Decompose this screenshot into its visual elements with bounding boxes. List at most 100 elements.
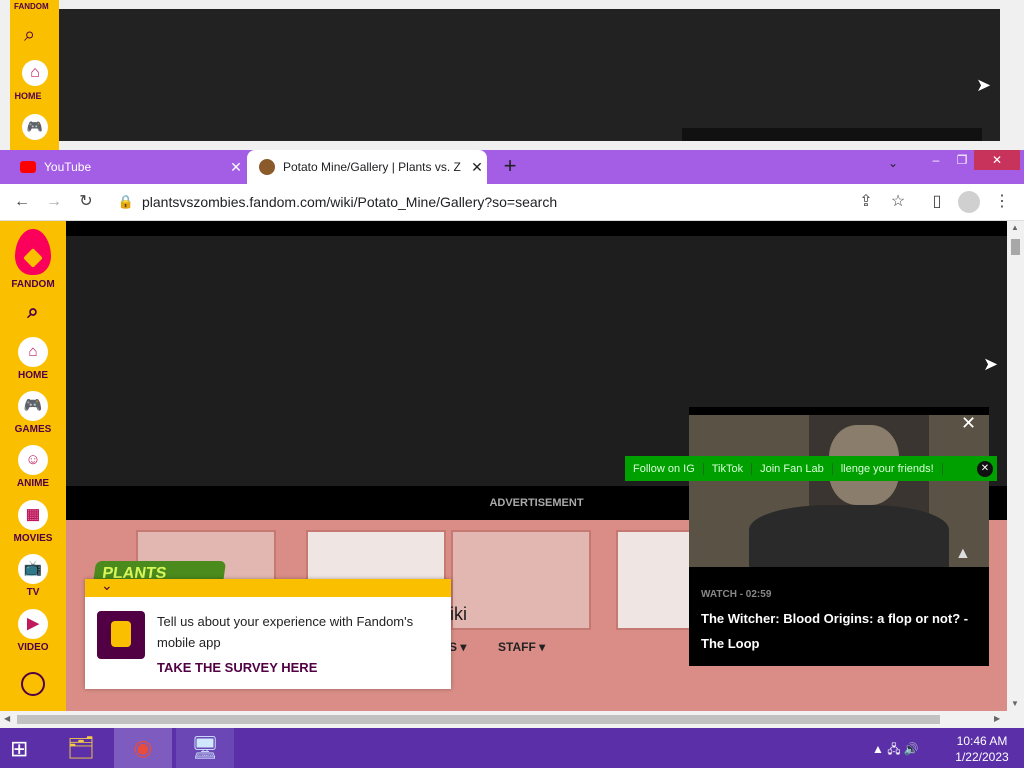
- background-fandom-rail: FANDOM ⌕ ⌂ HOME 🎮: [10, 0, 59, 150]
- nav-link-staff[interactable]: STAFF ▾: [498, 640, 545, 654]
- mouse-cursor-icon: ➤: [976, 75, 992, 95]
- survey-header: [85, 579, 451, 597]
- windows-taskbar: ⊞ 🗂 ◉ 🖥 ▲ 🖧 🔊 10:46 AM 1/22/2023: [0, 728, 1024, 768]
- tab-bar: YouTube ✕ Potato Mine/Gallery | Plants v…: [0, 150, 1024, 184]
- kebab-menu-icon[interactable]: ⋮: [992, 192, 1012, 212]
- rail-item-movies[interactable]: ▦ MOVIES: [0, 500, 66, 544]
- video-player-popup[interactable]: ▲ ✕ WATCH - 02:59 The Witcher: Blood Ori…: [689, 407, 989, 666]
- fandom-global-nav: FANDOM ⌕ ⌂ HOME 🎮 GAMES ☺ ANIME ▦ MOVIES…: [0, 221, 66, 711]
- follow-ig-link[interactable]: Follow on IG: [625, 462, 704, 475]
- fandom-flame-icon: [15, 229, 51, 275]
- scroll-up-icon[interactable]: ▲: [1011, 223, 1019, 232]
- wiki-title[interactable]: iki: [450, 604, 467, 625]
- rail-item-label: HOME: [18, 370, 48, 381]
- survey-popup[interactable]: ⌄ Tell us about your experience with Fan…: [85, 577, 451, 689]
- tab-youtube[interactable]: YouTube ✕: [8, 150, 246, 184]
- new-tab-button[interactable]: +: [497, 154, 523, 180]
- chevron-down-icon[interactable]: ⌄: [101, 577, 113, 594]
- share-icon[interactable]: ⇪: [856, 192, 876, 212]
- background-content: [59, 9, 1000, 141]
- fandom-watermark-icon: ▲: [955, 545, 971, 562]
- anime-icon: ☺: [18, 445, 48, 475]
- side-panel-icon[interactable]: ▯: [927, 192, 947, 212]
- fandom-logo-label: FANDOM: [11, 279, 55, 290]
- tab-title: Potato Mine/Gallery | Plants vs. Z: [283, 160, 461, 174]
- back-icon[interactable]: ←: [12, 192, 32, 212]
- reload-icon[interactable]: ↻: [76, 192, 96, 212]
- user-icon: [21, 672, 45, 696]
- rail-item-label: MOVIES: [13, 533, 53, 544]
- potato-mine-icon: [259, 159, 275, 175]
- background-rail-label: FANDOM: [14, 2, 49, 11]
- survey-app-icon: [97, 611, 145, 659]
- address-bar[interactable]: plantsvszombies.fandom.com/wiki/Potato_M…: [142, 194, 557, 210]
- vertical-scroll-thumb[interactable]: [1011, 239, 1020, 255]
- vertical-scrollbar[interactable]: ▲ ▼: [1007, 221, 1024, 711]
- scroll-left-icon[interactable]: ◀: [4, 714, 10, 723]
- search-icon[interactable]: ⌕: [0, 301, 66, 324]
- rail-item-home[interactable]: ⌂ HOME: [0, 337, 66, 381]
- file-explorer-icon[interactable]: 🗂: [52, 728, 110, 768]
- video-scene: [749, 505, 949, 567]
- horizontal-scrollbar[interactable]: ◀ ▶: [0, 711, 1024, 728]
- video-icon: ▶: [18, 609, 48, 639]
- scroll-right-icon[interactable]: ▶: [994, 714, 1000, 723]
- clock-time[interactable]: 10:46 AM: [952, 734, 1012, 748]
- movies-icon: ▦: [18, 500, 48, 530]
- tv-icon: 📺: [18, 554, 48, 584]
- take-survey-link[interactable]: TAKE THE SURVEY HERE: [157, 660, 317, 675]
- home-icon[interactable]: ⌂: [22, 60, 48, 86]
- profile-avatar[interactable]: [958, 191, 980, 213]
- close-video-button[interactable]: ✕: [961, 413, 976, 434]
- youtube-icon: [20, 161, 36, 173]
- tab-potato-mine-gallery[interactable]: Potato Mine/Gallery | Plants vs. Z ✕: [247, 150, 487, 184]
- tab-title: YouTube: [44, 160, 92, 174]
- remote-desktop-icon[interactable]: 🖥: [176, 728, 234, 768]
- chrome-icon[interactable]: ◉: [114, 728, 172, 768]
- close-tab-icon[interactable]: ✕: [226, 159, 246, 176]
- account-button[interactable]: [0, 672, 66, 696]
- join-fan-lab-link[interactable]: Join Fan Lab: [752, 462, 833, 475]
- mouse-cursor-icon: ➤: [983, 354, 999, 374]
- browser-toolbar: ← → ↻ 🔒 plantsvszombies.fandom.com/wiki/…: [0, 184, 1024, 221]
- rail-item-tv[interactable]: 📺 TV: [0, 554, 66, 598]
- rail-item-anime[interactable]: ☺ ANIME: [0, 445, 66, 489]
- background-browser-window: FANDOM ⌕ ⌂ HOME 🎮 ➤: [0, 0, 1024, 150]
- close-tab-icon[interactable]: ✕: [467, 159, 487, 176]
- minimize-button[interactable]: –: [922, 150, 950, 170]
- restore-button[interactable]: ❐: [948, 150, 976, 170]
- games-icon: 🎮: [18, 391, 48, 421]
- video-duration: WATCH - 02:59: [701, 589, 772, 600]
- bookmark-star-icon[interactable]: ☆: [888, 192, 908, 212]
- nav-link-partial[interactable]: S ▾: [449, 640, 466, 654]
- fandom-logo[interactable]: FANDOM: [0, 229, 66, 290]
- challenge-friends-link[interactable]: llenge your friends!: [833, 462, 943, 475]
- scroll-down-icon[interactable]: ▼: [1011, 699, 1019, 708]
- close-social-bar-button[interactable]: ✕: [977, 461, 993, 477]
- tab-search-chevron-icon[interactable]: ⌄: [888, 156, 898, 170]
- background-video-strip: [682, 128, 982, 141]
- rail-item-video[interactable]: ▶ VIDEO: [0, 609, 66, 653]
- system-tray-icons[interactable]: ▲ 🖧 🔊: [872, 740, 919, 761]
- video-title[interactable]: The Witcher: Blood Origins: a flop or no…: [701, 606, 981, 656]
- rail-item-label: GAMES: [14, 424, 52, 435]
- social-promo-bar: Follow on IG TikTok Join Fan Lab llenge …: [625, 456, 997, 481]
- windows-start-icon[interactable]: ⊞: [10, 736, 28, 762]
- clock-date[interactable]: 1/22/2023: [952, 750, 1012, 764]
- top-bar: [66, 221, 1007, 236]
- rail-item-label: VIDEO: [17, 642, 49, 653]
- rail-item-label: ANIME: [16, 478, 50, 489]
- rail-item-label: TV: [26, 587, 40, 598]
- games-icon[interactable]: 🎮: [22, 114, 48, 140]
- horizontal-scroll-thumb[interactable]: [17, 715, 940, 724]
- rail-item-games[interactable]: 🎮 GAMES: [0, 391, 66, 435]
- forward-icon[interactable]: →: [44, 192, 64, 212]
- close-window-button[interactable]: ✕: [974, 150, 1020, 170]
- survey-message: Tell us about your experience with Fando…: [157, 614, 414, 650]
- video-thumbnail[interactable]: ▲: [689, 415, 989, 567]
- search-icon[interactable]: ⌕: [24, 24, 35, 47]
- home-label: HOME: [14, 91, 42, 101]
- lock-icon[interactable]: 🔒: [116, 192, 136, 212]
- tiktok-link[interactable]: TikTok: [704, 462, 753, 475]
- home-icon: ⌂: [18, 337, 48, 367]
